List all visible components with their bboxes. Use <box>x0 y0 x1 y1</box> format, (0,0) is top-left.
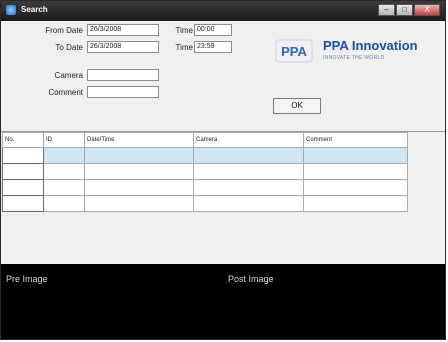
app-icon <box>6 5 16 15</box>
table-row[interactable] <box>2 147 408 164</box>
from-date-field[interactable]: 26/3/2008 <box>87 24 159 36</box>
table-header-row: No. ID Date/Time Camera Comment <box>2 132 408 148</box>
window-title: Search <box>21 5 48 14</box>
logo-mark-text: PPA <box>281 44 307 59</box>
table-cell[interactable] <box>303 195 408 212</box>
close-button[interactable]: X <box>414 4 440 16</box>
pre-image-label: Pre Image <box>6 274 48 284</box>
table-cell[interactable] <box>84 195 194 212</box>
to-date-field[interactable]: 26/3/2008 <box>87 41 159 53</box>
title-bar: Search – □ X <box>1 1 445 21</box>
image-preview-area: Pre Image Post Image <box>1 264 445 339</box>
table-cell[interactable] <box>84 179 194 196</box>
table-row[interactable] <box>2 195 408 212</box>
table-cell[interactable] <box>303 163 408 180</box>
from-time-label: Time <box>175 26 193 35</box>
row-header[interactable] <box>2 147 44 164</box>
post-image-label: Post Image <box>228 274 274 284</box>
to-date-label: To Date <box>55 43 83 52</box>
results-table: No. ID Date/Time Camera Comment <box>2 132 408 212</box>
to-time-label: Time <box>175 43 193 52</box>
comment-field[interactable] <box>87 86 159 98</box>
table-cell[interactable] <box>43 195 85 212</box>
column-header-comment[interactable]: Comment <box>303 132 408 148</box>
table-cell[interactable] <box>84 147 194 164</box>
table-row[interactable] <box>2 163 408 180</box>
camera-field[interactable] <box>87 69 159 81</box>
table-cell[interactable] <box>43 147 85 164</box>
table-cell[interactable] <box>43 179 85 196</box>
minimize-button[interactable]: – <box>378 4 395 16</box>
column-header-camera[interactable]: Camera <box>193 132 304 148</box>
search-window: Search – □ X From Date 26/3/2008 Time 00… <box>0 0 446 340</box>
column-header-id[interactable]: ID <box>43 132 85 148</box>
table-cell[interactable] <box>303 179 408 196</box>
results-grid: No. ID Date/Time Camera Comment <box>1 131 445 265</box>
from-time-field[interactable]: 00:00 <box>194 24 232 36</box>
table-row[interactable] <box>2 179 408 196</box>
row-header[interactable] <box>2 195 44 212</box>
ppa-logo-icon: PPA <box>275 39 313 63</box>
column-header-datetime[interactable]: Date/Time <box>84 132 194 148</box>
from-date-label: From Date <box>45 26 83 35</box>
camera-label: Camera <box>54 71 83 80</box>
table-cell[interactable] <box>43 163 85 180</box>
table-cell[interactable] <box>84 163 194 180</box>
row-header[interactable] <box>2 163 44 180</box>
table-cell[interactable] <box>303 147 408 164</box>
logo-tagline: INNOVATE THE WORLD <box>323 55 385 61</box>
column-header-no[interactable]: No. <box>2 132 44 148</box>
ok-button[interactable]: OK <box>273 98 321 114</box>
search-form: From Date 26/3/2008 Time 00:00 To Date 2… <box>1 21 445 131</box>
logo-name: PPA Innovation <box>323 38 418 53</box>
table-cell[interactable] <box>193 179 304 196</box>
to-time-field[interactable]: 23:59 <box>194 41 232 53</box>
table-cell[interactable] <box>193 147 304 164</box>
window-controls: – □ X <box>378 4 440 16</box>
maximize-button[interactable]: □ <box>396 4 413 16</box>
row-header[interactable] <box>2 179 44 196</box>
table-cell[interactable] <box>193 163 304 180</box>
comment-label: Comment <box>48 88 83 97</box>
table-cell[interactable] <box>193 195 304 212</box>
